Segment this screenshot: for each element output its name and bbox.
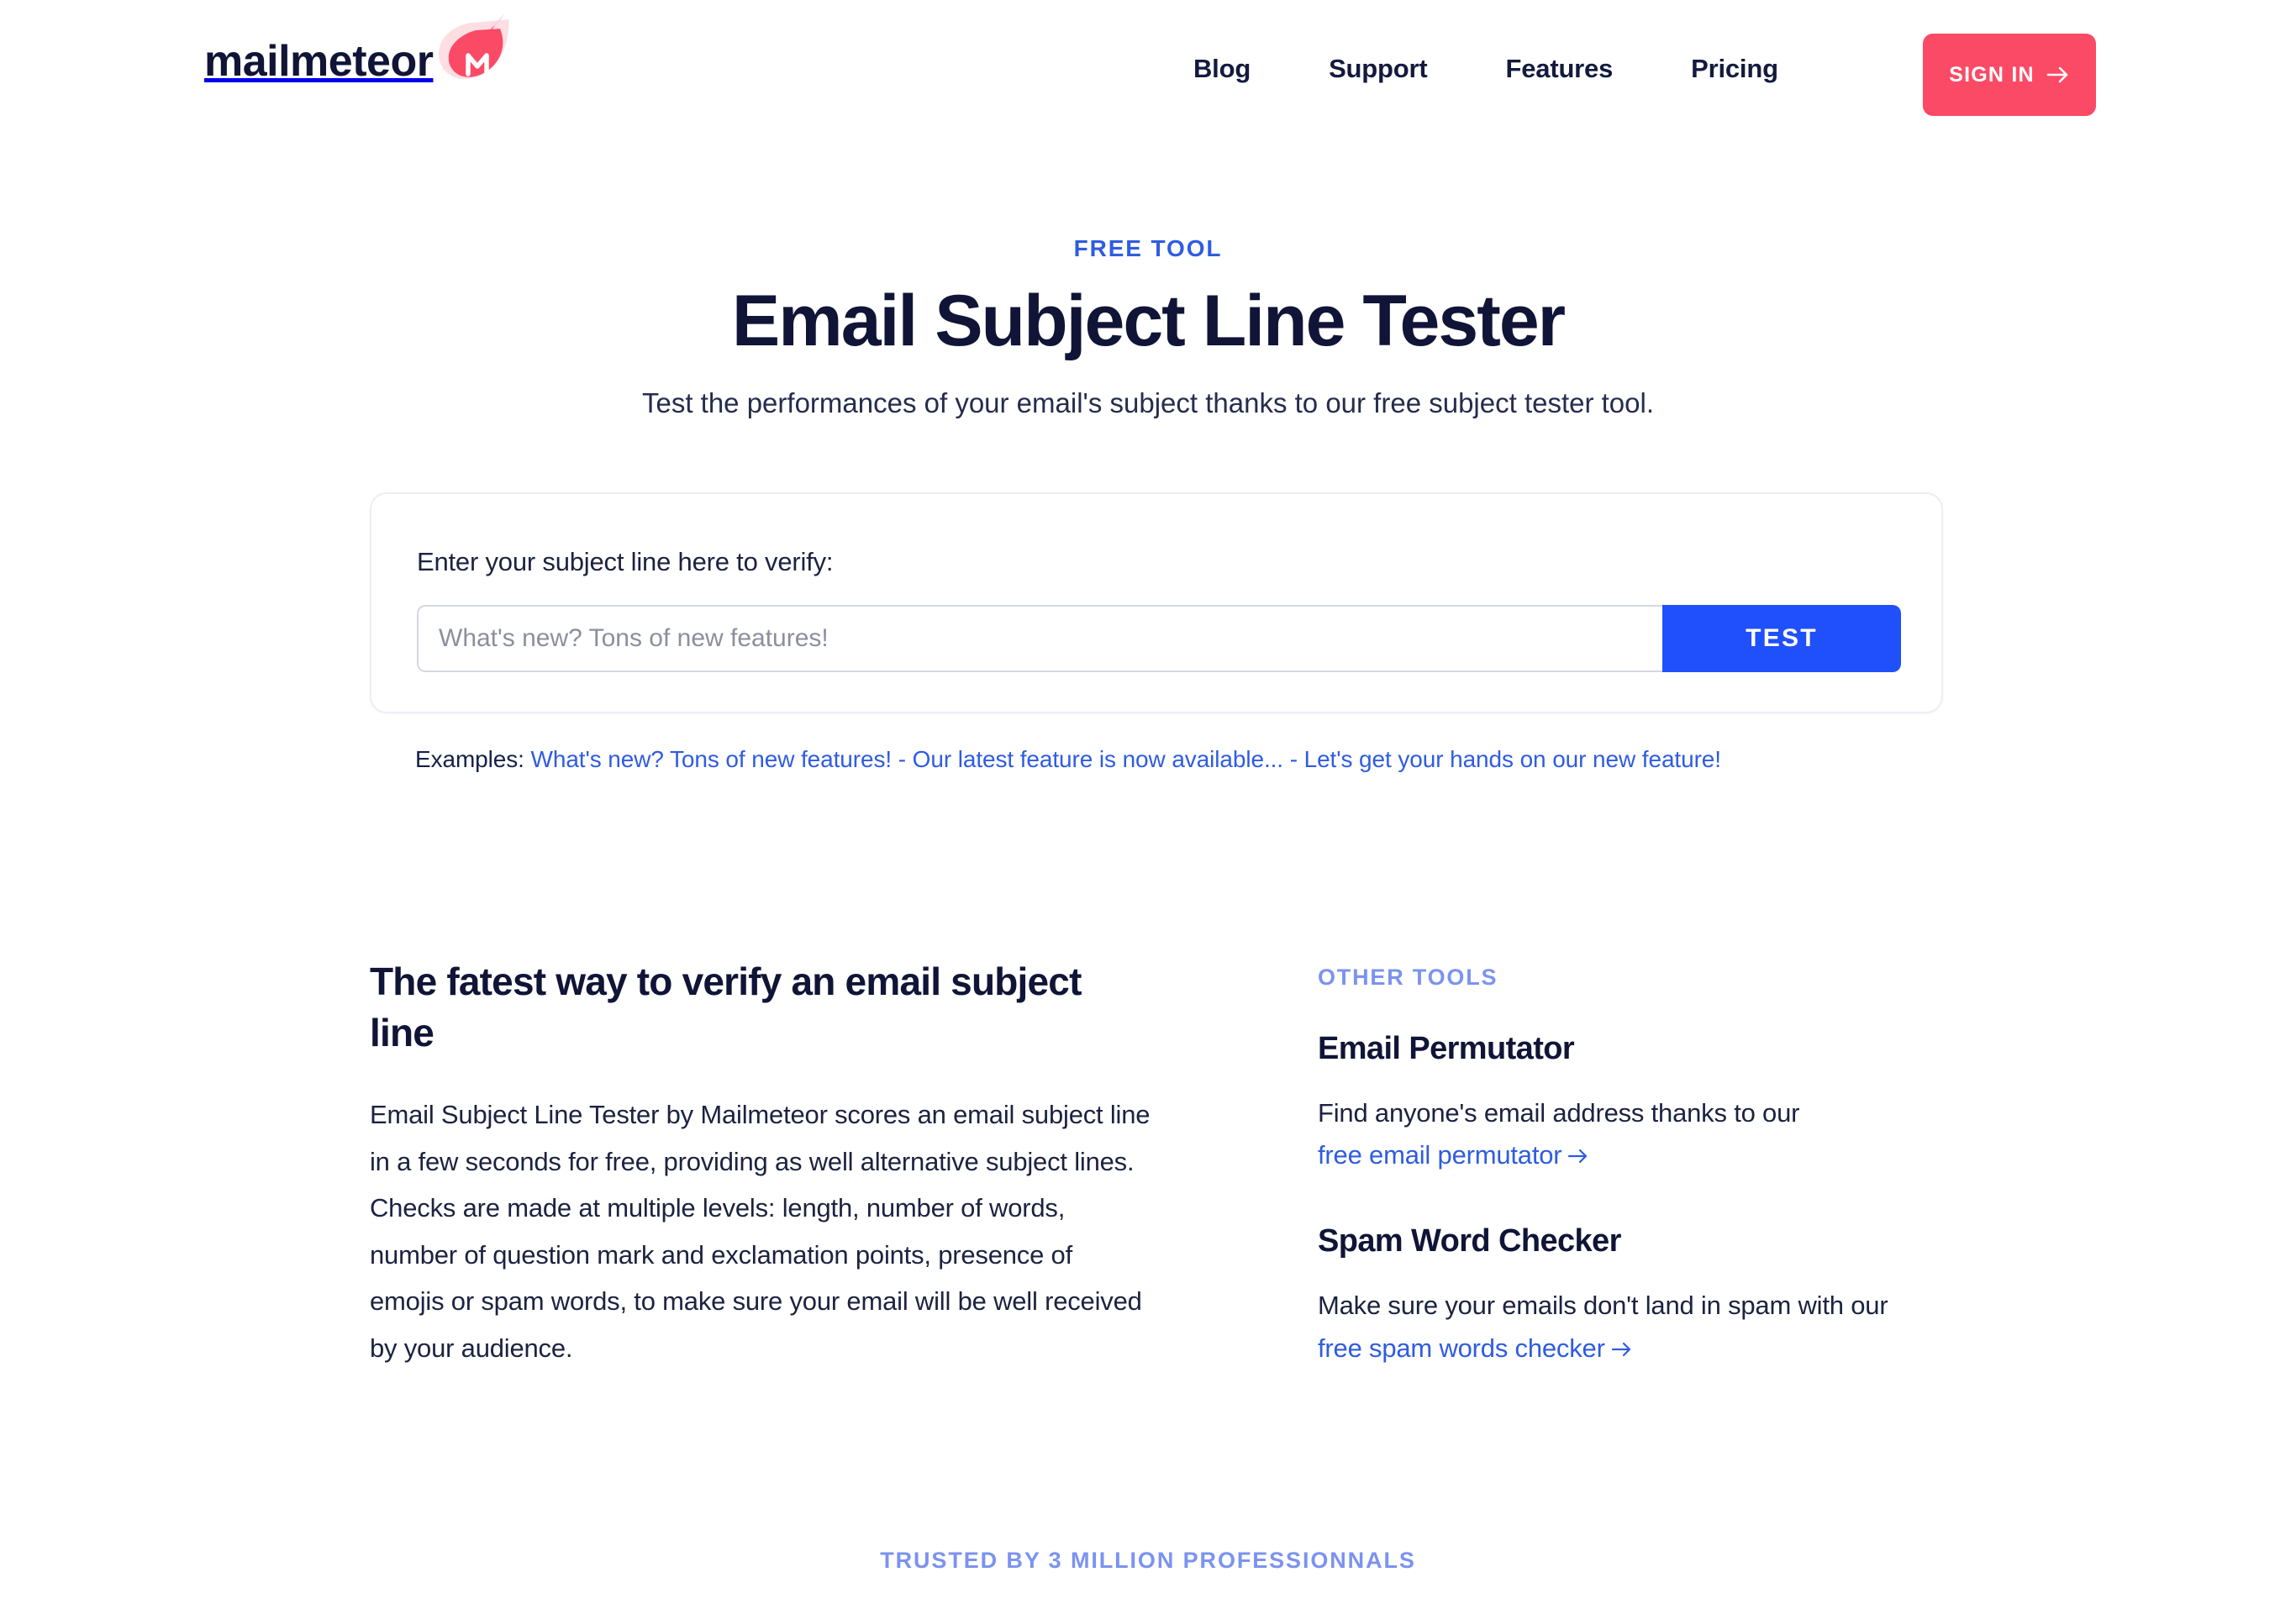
sign-in-label: SIGN IN <box>1949 62 2035 87</box>
arrow-right-icon <box>2046 66 2070 84</box>
about-section: The fatest way to verify an email subjec… <box>370 956 1151 1371</box>
nav-item-features[interactable]: Features <box>1506 45 1614 92</box>
subject-input-label: Enter your subject line here to verify: <box>417 547 834 576</box>
nav-item-pricing[interactable]: Pricing <box>1691 45 1778 92</box>
subject-tester-card: Enter your subject line here to verify: … <box>370 492 1943 713</box>
examples-separator-2: - <box>1289 746 1298 772</box>
examples-line: Examples: What's new? Tons of new featur… <box>415 746 1721 773</box>
hero-subtitle: Test the performances of your email's su… <box>641 387 1655 419</box>
arrow-right-icon <box>1611 1328 1633 1356</box>
examples-label: Examples: <box>415 746 524 772</box>
sign-in-button[interactable]: SIGN IN <box>1923 34 2096 116</box>
tool-link-email-permutator[interactable]: free email permutator <box>1318 1140 1589 1170</box>
other-tools-section: OTHER TOOLS Email Permutator Find anyone… <box>1318 965 1982 1370</box>
site-header: mailmeteor Blog Support Features Pricing… <box>0 0 2296 151</box>
brand-logo[interactable]: mailmeteor <box>204 13 515 108</box>
tool-title-spam-word-checker: Spam Word Checker <box>1318 1223 1621 1259</box>
tool-link-label-1: free email permutator <box>1318 1140 1562 1170</box>
arrow-right-icon <box>1567 1135 1589 1164</box>
tool-title-email-permutator: Email Permutator <box>1318 1031 1575 1066</box>
about-heading: The fatest way to verify an email subjec… <box>370 960 1082 1054</box>
example-link-1[interactable]: What's new? Tons of new features! <box>531 746 893 772</box>
about-body: Email Subject Line Tester by Mailmeteor … <box>370 1100 1151 1363</box>
example-link-2[interactable]: Our latest feature is now available... <box>913 746 1283 772</box>
other-tools-label: OTHER TOOLS <box>1318 965 1498 990</box>
trusted-by-text: TRUSTED BY 3 MILLION PROFESSIONNALS <box>880 1548 1416 1573</box>
tool-link-label-2: free spam words checker <box>1318 1333 1605 1363</box>
tool-desc-text-1: Find anyone's email address thanks to ou… <box>1318 1098 1800 1128</box>
examples-separator-1: - <box>898 746 906 772</box>
subject-input-row: TEST <box>417 605 1901 672</box>
tool-desc-spam-word-checker: Make sure your emails don't land in spam… <box>1318 1285 1982 1369</box>
tool-link-spam-word-checker[interactable]: free spam words checker <box>1318 1333 1633 1363</box>
tool-desc-email-permutator: Find anyone's email address thanks to ou… <box>1318 1092 1982 1176</box>
test-button[interactable]: TEST <box>1662 605 1901 672</box>
hero-eyebrow: FREE TOOL <box>1073 235 1223 261</box>
nav-item-blog[interactable]: Blog <box>1193 45 1251 92</box>
hero-section: FREE TOOL Email Subject Line Tester Test… <box>0 235 2296 423</box>
tool-desc-text-2: Make sure your emails don't land in spam… <box>1318 1291 1888 1321</box>
tool-card-email-permutator: Email Permutator Find anyone's email add… <box>1318 1031 1982 1176</box>
comet-icon <box>424 5 515 96</box>
nav-item-support[interactable]: Support <box>1329 45 1428 92</box>
tool-card-spam-word-checker: Spam Word Checker Make sure your emails … <box>1318 1223 1982 1369</box>
example-link-3[interactable]: Let's get your hands on our new feature! <box>1304 746 1721 772</box>
subject-input[interactable] <box>417 605 1662 672</box>
page-title: Email Subject Line Tester <box>731 281 1566 361</box>
brand-logo-wordmark: mailmeteor <box>204 37 434 86</box>
page-root: mailmeteor Blog Support Features Pricing… <box>0 0 2296 1609</box>
main-navigation: Blog Support Features Pricing <box>1193 45 1778 92</box>
